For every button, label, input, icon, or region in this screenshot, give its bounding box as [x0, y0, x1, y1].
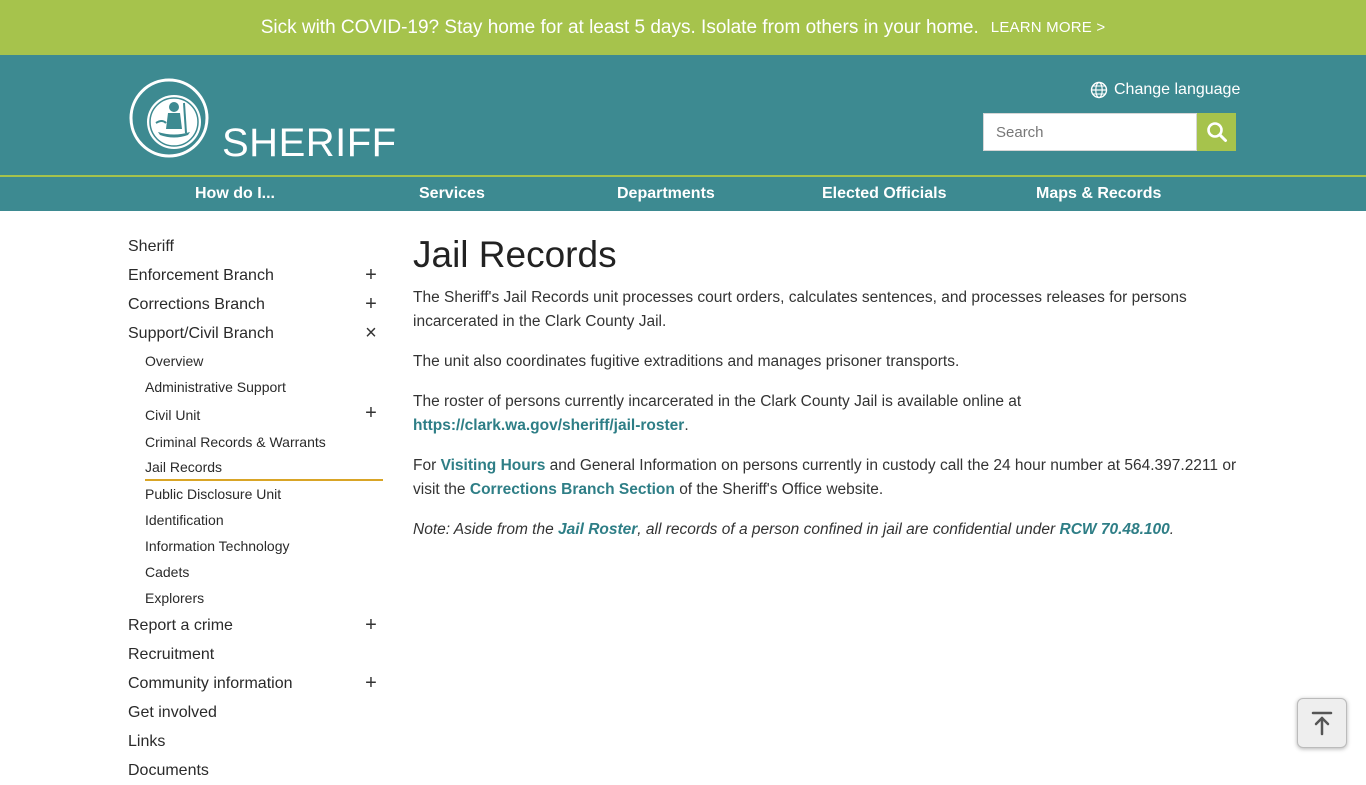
globe-icon	[1090, 81, 1108, 99]
note-text-c: .	[1169, 521, 1175, 538]
rcw-link[interactable]: RCW 70.48.100	[1060, 521, 1170, 538]
visiting-hours-link[interactable]: Visiting Hours	[441, 457, 546, 474]
note-paragraph: Note: Aside from the Jail Roster, all re…	[413, 518, 1243, 542]
alert-text: Sick with COVID-19? Stay home for at lea…	[260, 16, 979, 38]
expand-plus-icon[interactable]: +	[363, 294, 379, 314]
sidebar-nav: Sheriff Enforcement Branch + Corrections…	[128, 232, 383, 785]
sidebar-subitem-information-technology[interactable]: Information Technology	[145, 533, 383, 559]
search-input[interactable]	[983, 113, 1197, 151]
corrections-branch-link[interactable]: Corrections Branch Section	[470, 481, 675, 498]
search-button[interactable]	[1197, 113, 1236, 151]
sidebar-item-corrections-branch[interactable]: Corrections Branch +	[128, 290, 383, 319]
page-title: Jail Records	[413, 234, 617, 275]
sidebar-item-label: Get involved	[128, 703, 217, 721]
change-language-label: Change language	[1114, 81, 1241, 98]
sidebar-item-sheriff[interactable]: Sheriff	[128, 232, 383, 261]
note-text-b: , all records of a person confined in ja…	[637, 521, 1056, 538]
visiting-paragraph: For Visiting Hours and General Informati…	[413, 454, 1243, 502]
expand-plus-icon[interactable]: +	[363, 615, 379, 635]
back-to-top-button[interactable]	[1297, 698, 1347, 748]
jail-roster-link[interactable]: Jail Roster	[558, 521, 637, 538]
sidebar-subitem-identification[interactable]: Identification	[145, 507, 383, 533]
sidebar-item-links[interactable]: Links	[128, 727, 383, 756]
expand-plus-icon[interactable]: +	[363, 673, 379, 693]
expand-plus-icon[interactable]: +	[363, 265, 379, 285]
expand-plus-icon[interactable]: +	[363, 403, 379, 423]
intro-paragraph: The Sheriff's Jail Records unit processe…	[413, 289, 1187, 330]
site-header: SHERIFF Change language	[0, 55, 1366, 175]
sidebar-subitem-administrative-support[interactable]: Administrative Support	[145, 374, 383, 400]
sidebar-item-label: Documents	[128, 761, 209, 779]
sidebar-item-label: Corrections Branch	[128, 295, 265, 313]
sidebar-item-get-involved[interactable]: Get involved	[128, 698, 383, 727]
sidebar-item-label: Support/Civil Branch	[128, 324, 274, 342]
covid-alert-bar: Sick with COVID-19? Stay home for at lea…	[0, 0, 1366, 55]
sidebar-item-label: Recruitment	[128, 645, 215, 663]
search-icon	[1206, 122, 1227, 142]
visiting-text-c: of the Sheriff's Office website.	[679, 481, 884, 498]
sidebar-item-recruitment[interactable]: Recruitment	[128, 640, 383, 669]
site-search	[983, 113, 1238, 151]
seal-icon	[129, 78, 209, 158]
sidebar-item-label: Enforcement Branch	[128, 266, 274, 284]
alert-learn-more-link[interactable]: LEARN MORE >	[991, 19, 1106, 36]
sidebar-subnav: Overview Administrative Support Civil Un…	[128, 348, 383, 611]
sidebar-subitem-civil-unit[interactable]: Civil Unit +	[145, 400, 383, 429]
nav-how-do-i[interactable]: How do I...	[195, 177, 275, 211]
sidebar-item-label: Report a crime	[128, 616, 233, 634]
roster-text: The roster of persons currently incarcer…	[413, 393, 1022, 410]
sidebar-item-documents[interactable]: Documents	[128, 756, 383, 785]
sidebar-subitem-label: Civil Unit	[145, 406, 201, 423]
county-seal-logo[interactable]	[128, 77, 210, 159]
nav-elected-officials[interactable]: Elected Officials	[822, 177, 947, 211]
sidebar-subitem-overview[interactable]: Overview	[145, 348, 383, 374]
note-text-a: Note: Aside from the	[413, 521, 554, 538]
collapse-close-icon[interactable]: ×	[363, 323, 379, 343]
extraditions-paragraph: The unit also coordinates fugitive extra…	[413, 353, 960, 370]
change-language-button[interactable]: Change language	[1090, 81, 1240, 99]
sidebar-item-report-a-crime[interactable]: Report a crime +	[128, 611, 383, 640]
nav-services[interactable]: Services	[419, 177, 485, 211]
site-brand[interactable]: SHERIFF	[222, 119, 397, 167]
visiting-text-a: For	[413, 457, 437, 474]
sidebar-item-community-information[interactable]: Community information +	[128, 669, 383, 698]
sidebar-item-enforcement-branch[interactable]: Enforcement Branch +	[128, 261, 383, 290]
sidebar-subitem-criminal-records-warrants[interactable]: Criminal Records & Warrants	[145, 429, 383, 455]
main-content: Jail Records The Sheriff's Jail Records …	[413, 232, 1243, 542]
sidebar-subitem-public-disclosure-unit[interactable]: Public Disclosure Unit	[145, 481, 383, 507]
sidebar-subitem-explorers[interactable]: Explorers	[145, 585, 383, 611]
sidebar-item-label: Sheriff	[128, 237, 174, 255]
roster-period: .	[684, 417, 689, 434]
sidebar-subitem-jail-records[interactable]: Jail Records	[145, 455, 383, 481]
sidebar-subitem-cadets[interactable]: Cadets	[145, 559, 383, 585]
sidebar-item-label: Community information	[128, 674, 293, 692]
nav-maps-records[interactable]: Maps & Records	[1036, 177, 1161, 211]
roster-paragraph: The roster of persons currently incarcer…	[413, 390, 1243, 438]
main-nav: How do I... Services Departments Elected…	[0, 175, 1366, 211]
sidebar-item-support-civil-branch[interactable]: Support/Civil Branch ×	[128, 319, 383, 348]
jail-roster-url-link[interactable]: https://clark.wa.gov/sheriff/jail-roster	[413, 417, 684, 434]
arrow-up-to-top-icon	[1311, 711, 1333, 736]
sidebar-item-label: Links	[128, 732, 166, 750]
nav-departments[interactable]: Departments	[617, 177, 715, 211]
